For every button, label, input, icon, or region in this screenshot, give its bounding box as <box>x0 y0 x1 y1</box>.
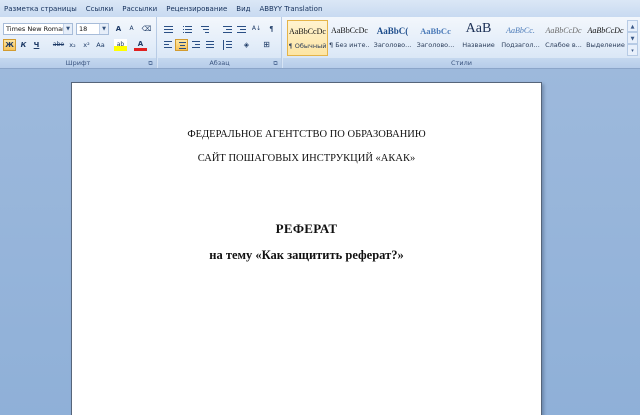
expand-gallery-icon[interactable]: ▾ <box>627 44 638 56</box>
styles-group-label: Стили <box>283 58 640 68</box>
styles-gallery-scroll: ▲ ▼ ▾ <box>627 20 638 56</box>
bullets-icon[interactable] <box>161 23 174 35</box>
tab-page-layout[interactable]: Разметка страницы <box>2 5 84 13</box>
change-case-button[interactable]: Aa <box>94 39 107 51</box>
chevron-down-icon[interactable]: ▼ <box>63 24 72 34</box>
doc-line-agency[interactable]: ФЕДЕРАЛЬНОЕ АГЕНТСТВО ПО ОБРАЗОВАНИЮ <box>72 129 541 140</box>
ribbon-tab-bar: Разметка страницы Ссылки Рассылки Реценз… <box>0 0 640 17</box>
numbering-icon[interactable] <box>180 23 193 35</box>
bold-button[interactable]: Ж <box>3 39 16 51</box>
chevron-down-icon[interactable]: ▼ <box>627 32 638 44</box>
doc-line-site[interactable]: САЙТ ПОШАГОВЫХ ИНСТРУКЦИЙ «АКАК» <box>72 153 541 164</box>
style-emphasis[interactable]: AaBbCcDc Выделение <box>585 20 626 56</box>
line-spacing-icon[interactable] <box>221 39 234 51</box>
clear-format-button[interactable]: ⌫ <box>140 23 153 35</box>
style-heading-2[interactable]: AaBbCc Заголово... <box>415 20 456 56</box>
eraser-icon: ⌫ <box>141 25 152 33</box>
font-group-label: Шрифт <box>0 58 156 68</box>
shading-icon[interactable]: ◈ <box>240 39 253 51</box>
font-name-value: Times New Roman <box>6 25 67 33</box>
style-heading-1[interactable]: AaBbC( Заголово... <box>372 20 413 56</box>
highlight-color-button[interactable]: ab <box>114 39 127 51</box>
tab-review[interactable]: Рецензирование <box>164 5 234 13</box>
font-group: Times New Roman ▼ 18 ▼ A A ⌫ Ж К Ч abe x… <box>0 17 157 68</box>
font-color-button[interactable]: A <box>134 39 147 51</box>
strikethrough-button[interactable]: abe <box>52 39 65 51</box>
highlighter-icon: ab <box>116 41 125 48</box>
doc-line-topic[interactable]: на тему «Как защитить реферат?» <box>72 248 541 263</box>
tab-references[interactable]: Ссылки <box>84 5 121 13</box>
style-subtle-emphasis[interactable]: AaBbCcDc Слабое в... <box>543 20 584 56</box>
tab-abbyy-translation[interactable]: ABBYY Translation <box>257 5 329 13</box>
borders-icon[interactable]: ⊞ <box>260 39 273 51</box>
doc-line-title[interactable]: РЕФЕРАТ <box>72 221 541 237</box>
shrink-font-button[interactable]: A <box>125 23 138 35</box>
tab-mailings[interactable]: Рассылки <box>120 5 164 13</box>
paragraph-group: A↓ ¶ ◈ ⊞ Абзац ⧉ <box>158 17 282 68</box>
italic-button[interactable]: К <box>17 39 30 51</box>
font-name-combo[interactable]: Times New Roman ▼ <box>3 23 73 35</box>
pilcrow-icon: ¶ <box>269 25 274 33</box>
style-subtitle[interactable]: AaBbCc. Подзагол... <box>500 20 541 56</box>
font-size-combo[interactable]: 18 ▼ <box>76 23 109 35</box>
sort-button[interactable]: A↓ <box>250 23 263 35</box>
dialog-launcher-icon[interactable]: ⧉ <box>272 60 279 67</box>
multilevel-list-icon[interactable] <box>198 23 211 35</box>
style-title[interactable]: AaB Название <box>458 20 499 56</box>
align-right-icon[interactable] <box>189 39 202 51</box>
superscript-button[interactable]: x² <box>80 39 93 51</box>
align-left-icon[interactable] <box>161 39 174 51</box>
justify-icon[interactable] <box>203 39 216 51</box>
increase-indent-icon[interactable] <box>234 23 247 35</box>
dialog-launcher-icon[interactable]: ⧉ <box>147 60 154 67</box>
document-page[interactable]: ФЕДЕРАЛЬНОЕ АГЕНТСТВО ПО ОБРАЗОВАНИЮ САЙ… <box>71 82 542 415</box>
font-size-value: 18 <box>79 25 88 33</box>
style-normal[interactable]: AaBbCcDc ¶ Обычный <box>287 20 328 56</box>
ribbon: Times New Roman ▼ 18 ▼ A A ⌫ Ж К Ч abe x… <box>0 17 640 69</box>
paragraph-group-label: Абзац <box>158 58 281 68</box>
chevron-up-icon[interactable]: ▲ <box>627 20 638 32</box>
grow-font-button[interactable]: A <box>112 23 125 35</box>
show-marks-button[interactable]: ¶ <box>265 23 278 35</box>
style-no-spacing[interactable]: AaBbCcDc ¶ Без инте... <box>329 20 370 56</box>
underline-button[interactable]: Ч <box>30 39 43 51</box>
decrease-indent-icon[interactable] <box>220 23 233 35</box>
chevron-down-icon[interactable]: ▼ <box>99 24 108 34</box>
align-center-icon[interactable] <box>175 39 188 51</box>
subscript-button[interactable]: x₂ <box>66 39 79 51</box>
tab-view[interactable]: Вид <box>234 5 257 13</box>
document-area[interactable]: ФЕДЕРАЛЬНОЕ АГЕНТСТВО ПО ОБРАЗОВАНИЮ САЙ… <box>0 69 640 415</box>
